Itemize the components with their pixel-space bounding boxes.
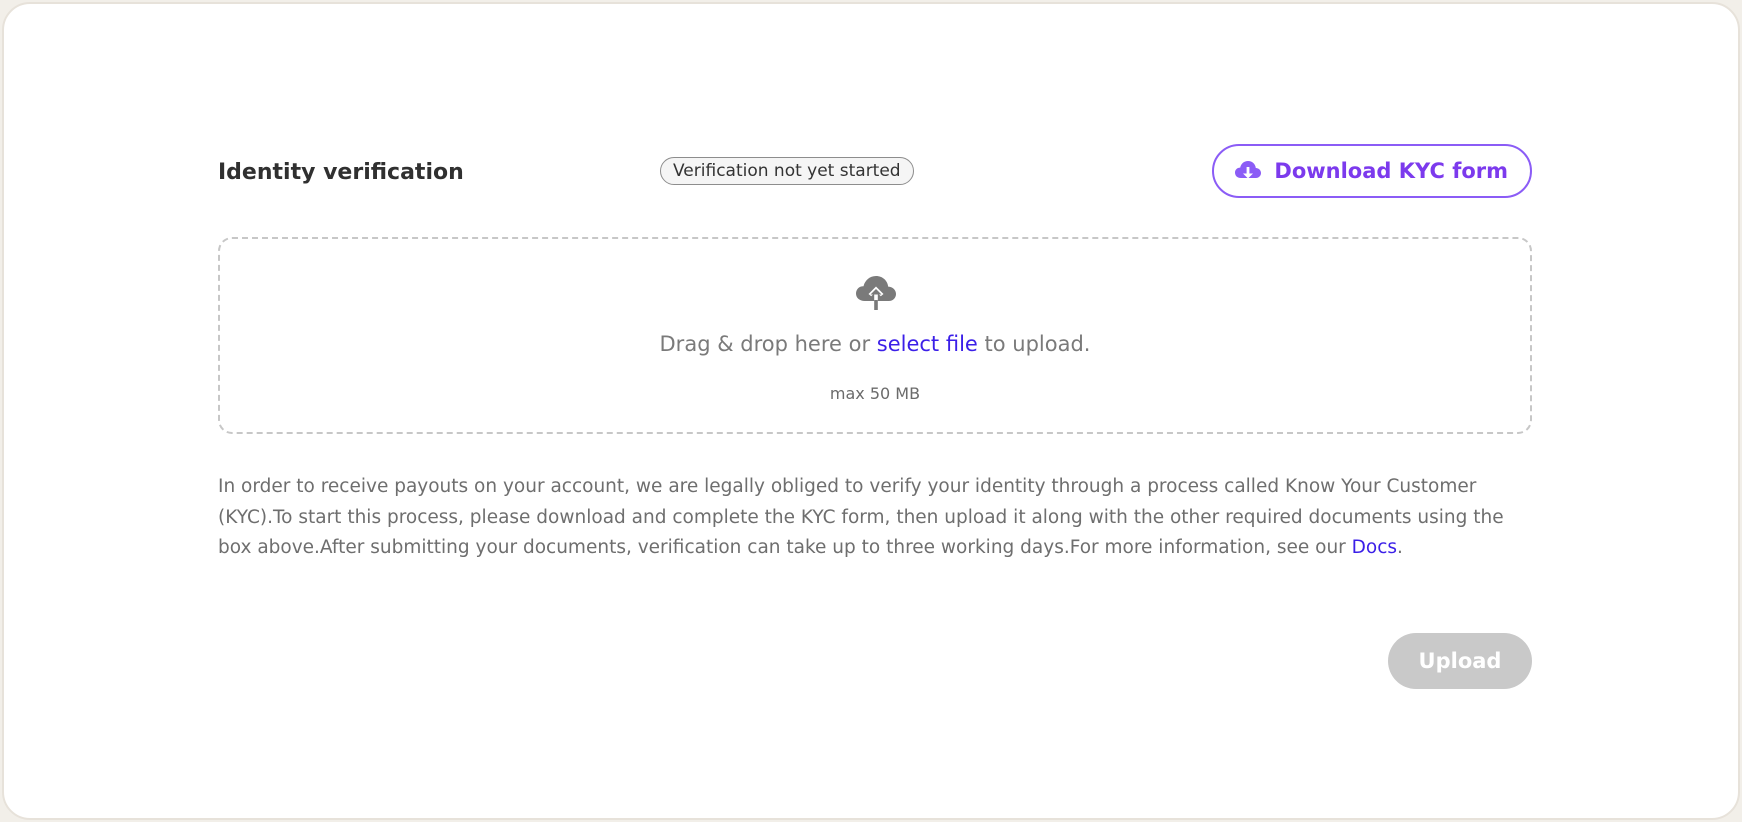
cloud-download-icon [1234, 159, 1262, 183]
download-kyc-form-label: Download KYC form [1274, 159, 1508, 183]
cloud-upload-icon [856, 276, 896, 310]
download-kyc-form-button[interactable]: Download KYC form [1212, 144, 1532, 198]
status-badge: Verification not yet started [660, 157, 914, 185]
section-title: Identity verification [218, 160, 464, 185]
app-frame: Identity verification Verification not y… [2, 2, 1740, 820]
kyc-description-end: . [1397, 537, 1403, 558]
upload-button[interactable]: Upload [1388, 633, 1532, 689]
kyc-description: In order to receive payouts on your acco… [218, 472, 1538, 564]
max-file-size: max 50 MB [829, 384, 921, 403]
identity-verification-card: Identity verification Verification not y… [182, 106, 1568, 724]
select-file-link[interactable]: select file [877, 332, 978, 356]
docs-link[interactable]: Docs [1352, 537, 1397, 558]
file-dropzone[interactable]: Drag & drop here or select file to uploa… [218, 237, 1532, 434]
dropzone-instructions: Drag & drop here or select file to uploa… [220, 329, 1530, 359]
kyc-description-text: In order to receive payouts on your acco… [218, 476, 1504, 558]
dropzone-prefix: Drag & drop here or [659, 332, 877, 356]
dropzone-suffix: to upload. [977, 332, 1091, 356]
